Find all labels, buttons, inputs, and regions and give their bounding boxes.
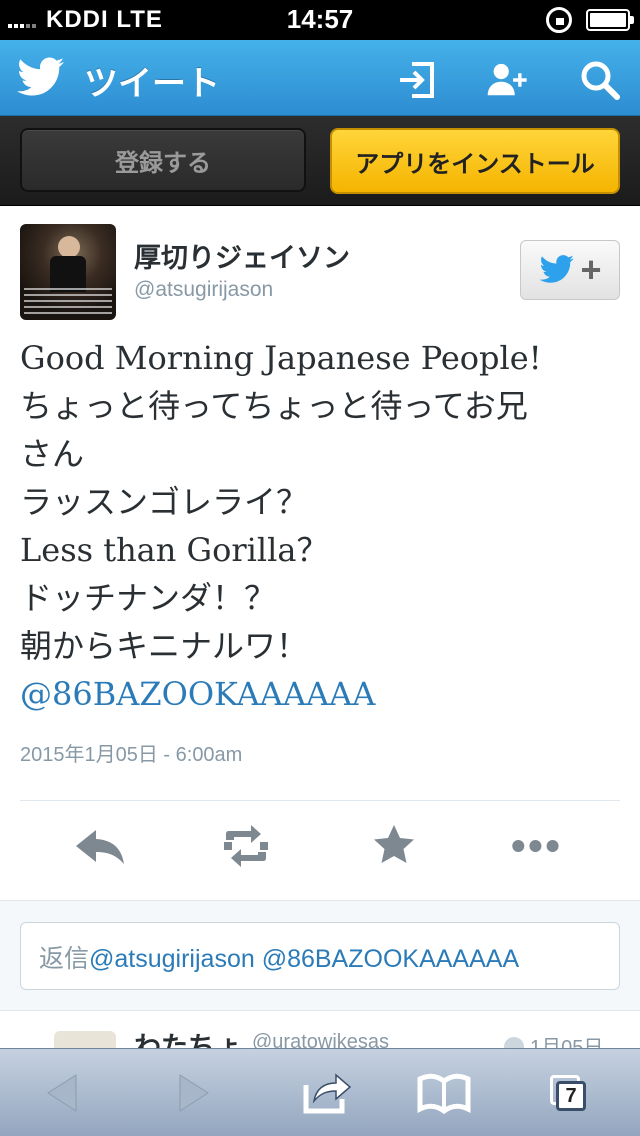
more-icon[interactable] bbox=[508, 816, 568, 876]
tweet-line: ちょっと待ってちょっと待ってお兄 bbox=[20, 387, 528, 425]
tweet-timestamp: 2015年1月05日 - 6:00am bbox=[20, 744, 243, 766]
back-icon[interactable] bbox=[36, 1065, 92, 1121]
tweet-line: ドッチナンダ！？ bbox=[20, 579, 277, 617]
search-icon[interactable] bbox=[578, 58, 622, 102]
mention-link[interactable]: @86BAZOOKAAAAAA bbox=[20, 670, 620, 718]
signup-button[interactable]: 登録する bbox=[20, 128, 306, 192]
display-name[interactable]: 厚切りジェイソン bbox=[134, 236, 350, 275]
username[interactable]: @atsugirijason bbox=[134, 278, 273, 302]
divider bbox=[20, 800, 620, 801]
follow-button[interactable]: + bbox=[520, 240, 620, 300]
tweet-text: Good Morning Japanese People! ちょっと待ってちょっ… bbox=[20, 334, 620, 718]
status-bar: KDDI LTE 14:57 bbox=[0, 0, 640, 40]
tabs-count: 7 bbox=[556, 1081, 586, 1111]
favorite-star-icon[interactable] bbox=[364, 816, 424, 876]
twitter-header: ツイート bbox=[0, 40, 640, 116]
reply-value: @atsugirijason @86BAZOOKAAAAAA bbox=[89, 945, 520, 973]
add-user-icon[interactable] bbox=[486, 58, 530, 102]
reply-icon[interactable] bbox=[70, 816, 130, 876]
tweet-line: ラッスンゴレライ？ bbox=[20, 483, 309, 521]
tweet-line: 朝からキニナルワ！ bbox=[20, 627, 309, 665]
sign-in-icon[interactable] bbox=[396, 58, 440, 102]
bookmarks-icon[interactable] bbox=[416, 1065, 472, 1121]
tweet-line: Good Morning Japanese People! bbox=[20, 339, 542, 377]
tabs-button[interactable]: 7 bbox=[544, 1065, 600, 1121]
plus-icon: + bbox=[580, 249, 602, 290]
tweet-line: さん bbox=[20, 435, 85, 473]
status-right bbox=[546, 6, 634, 34]
header-title: ツイート bbox=[84, 64, 220, 104]
twitter-bird-icon bbox=[540, 255, 575, 283]
tweet-line: Less than Gorilla？ bbox=[20, 531, 329, 569]
status-time: 14:57 bbox=[286, 4, 354, 34]
battery-icon bbox=[586, 9, 634, 31]
forward-icon[interactable] bbox=[164, 1065, 220, 1121]
install-app-button[interactable]: アプリをインストール bbox=[330, 128, 620, 194]
safari-toolbar: 7 bbox=[0, 1048, 640, 1136]
app-banner: 登録する アプリをインストール bbox=[0, 116, 640, 206]
reply-prefix: 返信 bbox=[39, 945, 90, 973]
twitter-bird-icon[interactable] bbox=[16, 56, 66, 100]
next-tweet-row[interactable]: わたちょ @uratowikesas 1月05日 bbox=[0, 1011, 640, 1051]
share-icon[interactable] bbox=[298, 1065, 354, 1121]
avatar[interactable] bbox=[20, 224, 116, 320]
retweet-icon[interactable] bbox=[216, 816, 276, 876]
reply-input[interactable]: 返信@atsugirijason @86BAZOOKAAAAAA bbox=[20, 922, 620, 990]
rotation-lock-icon bbox=[546, 7, 572, 33]
